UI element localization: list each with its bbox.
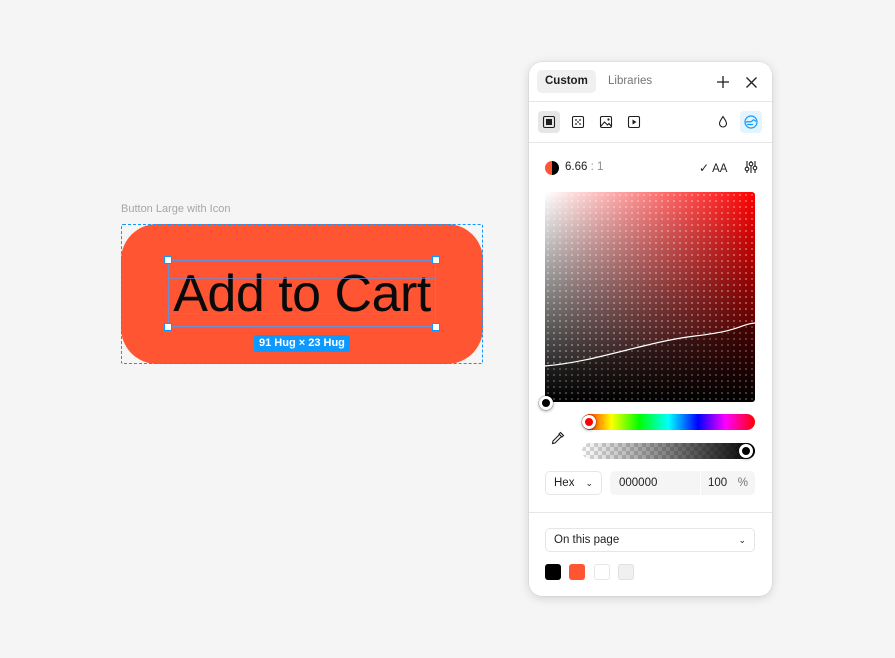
tabs-row: Custom Libraries [529, 62, 772, 102]
contrast-row: 6.66 : 1 ✓ AA [545, 159, 758, 180]
gradient-fill-icon[interactable] [567, 111, 589, 133]
chevron-down-icon: ⌄ [585, 478, 593, 488]
resize-handle-top-left[interactable] [164, 256, 172, 264]
resize-handle-top-right[interactable] [432, 256, 440, 264]
tab-custom[interactable]: Custom [537, 70, 596, 93]
eyedropper-icon[interactable] [548, 428, 568, 448]
opacity-knob[interactable] [739, 444, 753, 458]
contrast-ratio: 6.66 : 1 [565, 161, 604, 173]
color-format-select[interactable]: Hex ⌄ [545, 471, 602, 495]
image-fill-icon[interactable] [595, 111, 617, 133]
library-source-select[interactable]: On this page ⌄ [545, 528, 755, 552]
resize-handle-bottom-right[interactable] [432, 323, 440, 331]
swatch-light-gray[interactable] [618, 564, 634, 580]
frame-label: Button Large with Icon [121, 203, 231, 215]
size-badge: 91 Hug × 23 Hug [254, 335, 350, 352]
video-fill-icon[interactable] [623, 111, 645, 133]
hue-knob[interactable] [582, 415, 596, 429]
button-frame[interactable]: Add to Cart 91 Hug × 23 Hug [121, 224, 483, 364]
hue-slider[interactable] [582, 414, 755, 430]
close-icon[interactable] [741, 72, 761, 92]
swatch-black[interactable] [545, 564, 561, 580]
swatch-orange[interactable] [569, 564, 585, 580]
adjust-sliders-icon[interactable] [744, 159, 758, 180]
plus-icon[interactable] [713, 72, 733, 92]
color-picker-panel: Custom Libraries 6.66 : 1 ✓ AA Hex ⌄ 000… [529, 62, 772, 596]
saturation-knob[interactable] [539, 396, 553, 410]
solid-fill-icon[interactable] [538, 111, 560, 133]
paint-type-row [529, 102, 772, 143]
check-icon: ✓ [699, 161, 710, 175]
hex-input[interactable]: 000000 [610, 471, 700, 495]
resize-handle-bottom-left[interactable] [164, 323, 172, 331]
contrast-mode-icon[interactable] [740, 111, 762, 133]
contrast-preview-icon [545, 161, 559, 175]
contrast-curve [545, 322, 755, 402]
contrast-rating: ✓ AA [699, 161, 728, 175]
tab-libraries[interactable]: Libraries [600, 70, 660, 93]
saturation-brightness-area[interactable] [545, 192, 755, 402]
opacity-slider[interactable] [582, 443, 755, 459]
swatch-white[interactable] [594, 564, 610, 580]
divider [529, 512, 772, 513]
opacity-drop-icon[interactable] [712, 111, 734, 133]
chevron-down-icon: ⌄ [738, 535, 746, 545]
opacity-input[interactable]: 100 % [701, 471, 755, 495]
selection-box [168, 260, 436, 327]
